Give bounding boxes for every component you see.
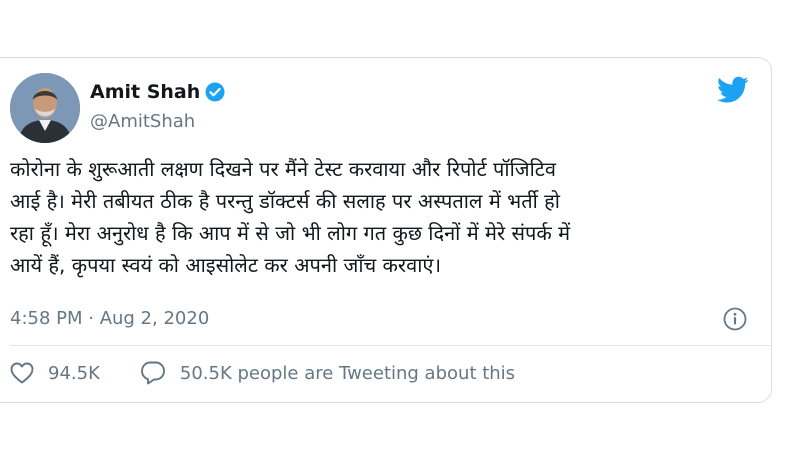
name-row: Amit Shah xyxy=(90,81,225,103)
verified-badge-icon xyxy=(205,82,225,102)
twitter-bird-icon[interactable] xyxy=(717,76,749,104)
profile-photo-icon xyxy=(10,73,80,143)
speech-bubble-icon xyxy=(140,361,165,385)
tweet-text: कोरोना के शुरूआती लक्षण दिखने पर मैंने ट… xyxy=(10,157,571,277)
divider xyxy=(10,345,771,346)
info-icon[interactable] xyxy=(723,307,747,331)
tweet-timestamp[interactable]: 4:58 PM · Aug 2, 2020 xyxy=(10,308,209,329)
display-name[interactable]: Amit Shah xyxy=(90,81,200,103)
like-count: 94.5K xyxy=(48,362,100,384)
like-button[interactable]: 94.5K xyxy=(10,362,100,384)
reply-button[interactable]: 50.5K people are Tweeting about this xyxy=(140,361,515,385)
tweet-actions: 94.5K 50.5K people are Tweeting about th… xyxy=(10,361,515,385)
heart-icon xyxy=(10,362,34,384)
avatar[interactable] xyxy=(10,73,80,143)
user-handle[interactable]: @AmitShah xyxy=(90,111,195,132)
reply-text: 50.5K people are Tweeting about this xyxy=(179,362,516,384)
tweet-card[interactable]: Amit Shah @AmitShah कोरोना के शुरूआती लक… xyxy=(0,57,772,403)
